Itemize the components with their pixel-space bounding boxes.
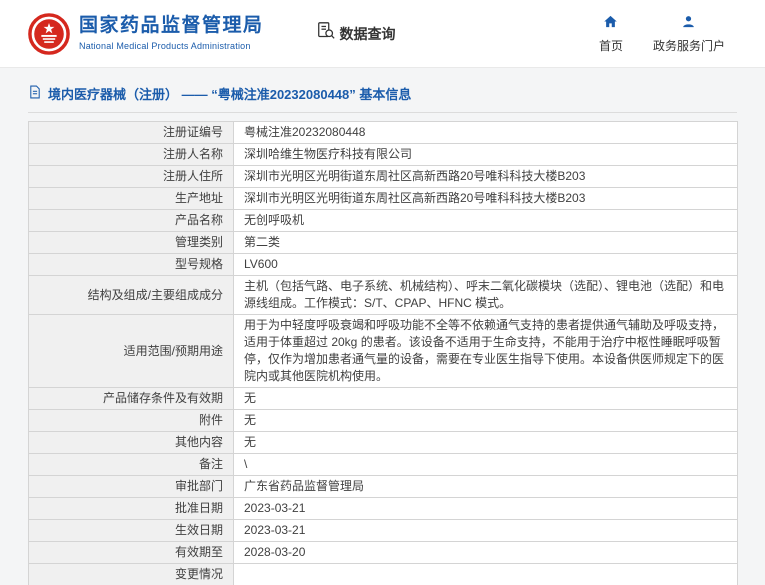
row-label-text: 结构及组成/主要组成成分 <box>88 288 223 302</box>
row-value: LV600 <box>234 254 738 276</box>
row-label-text: 型号规格 <box>175 257 223 271</box>
table-row: 型号规格 LV600 <box>29 254 738 276</box>
home-icon <box>603 14 618 34</box>
data-query-label: 数据查询 <box>340 24 396 44</box>
table-row: 有效期至 2028-03-20 <box>29 542 738 564</box>
row-label-text: 产品名称 <box>175 213 223 227</box>
user-icon <box>681 14 696 34</box>
row-value: 2028-03-20 <box>234 542 738 564</box>
row-value: 2023-03-21 <box>234 520 738 542</box>
header-nav: 首页 政务服务门户 <box>599 14 725 54</box>
row-label-text: 管理类别 <box>175 235 223 249</box>
nav-portal[interactable]: 政务服务门户 <box>653 14 725 54</box>
row-label: 批准日期 <box>29 498 234 520</box>
org-name-cn: 国家药品监督管理局 <box>79 16 264 37</box>
row-label-text: 有效期至 <box>175 545 223 559</box>
row-label-text: 生产地址 <box>175 191 223 205</box>
row-value: 深圳市光明区光明街道东周社区高新西路20号唯科科技大楼B203 <box>234 188 738 210</box>
table-row: 生产地址深圳市光明区光明街道东周社区高新西路20号唯科科技大楼B203 <box>29 188 738 210</box>
table-row: 管理类别第二类 <box>29 232 738 254</box>
table-row: 批准日期 2023-03-21 <box>29 498 738 520</box>
org-name-en: National Medical Products Administration <box>79 41 264 51</box>
table-row: 变更情况 <box>29 564 738 585</box>
page-title: 境内医疗器械（注册） —— “粤械注准20232080448” 基本信息 <box>48 84 411 103</box>
row-label-text: 审批部门 <box>175 479 223 493</box>
table-row: 生效日期 2023-03-21 <box>29 520 738 542</box>
row-value: 2023-03-21 <box>234 498 738 520</box>
row-label: 适用范围/预期用途 <box>29 315 234 388</box>
table-row: 注册证编号粤械注准20232080448 <box>29 122 738 144</box>
table-row: 产品储存条件及有效期无 <box>29 388 738 410</box>
row-label-text: 变更情况 <box>175 567 223 581</box>
row-label-text: 其他内容 <box>175 435 223 449</box>
table-row: 适用范围/预期用途用于为中轻度呼吸衰竭和呼吸功能不全等不依赖通气支持的患者提供通… <box>29 315 738 388</box>
row-label-text: 适用范围/预期用途 <box>124 344 223 358</box>
row-label-text: 注册人住所 <box>163 169 223 183</box>
row-label: 变更情况 <box>29 564 234 585</box>
info-table-body: 注册证编号粤械注准20232080448注册人名称深圳哈维生物医疗科技有限公司注… <box>29 122 738 585</box>
table-row: 其他内容无 <box>29 432 738 454</box>
row-label: 审批部门 <box>29 476 234 498</box>
row-label-text: 备注 <box>199 457 223 471</box>
row-value: 第二类 <box>234 232 738 254</box>
row-value: 深圳市光明区光明街道东周社区高新西路20号唯科科技大楼B203 <box>234 166 738 188</box>
row-value: 无 <box>234 410 738 432</box>
nav-home-label: 首页 <box>599 37 623 54</box>
row-label: 生效日期 <box>29 520 234 542</box>
row-label-text: 注册证编号 <box>163 125 223 139</box>
row-label-text: 注册人名称 <box>163 147 223 161</box>
site-header: 国家药品监督管理局 National Medical Products Admi… <box>0 0 765 68</box>
row-label: 注册人名称 <box>29 144 234 166</box>
document-search-icon <box>316 21 336 46</box>
row-value: 无创呼吸机 <box>234 210 738 232</box>
row-label: 生产地址 <box>29 188 234 210</box>
row-label: 有效期至 <box>29 542 234 564</box>
row-value: 主机（包括气路、电子系统、机械结构）、呼末二氧化碳模块（选配）、锂电池（选配）和… <box>234 276 738 315</box>
row-label: 型号规格 <box>29 254 234 276</box>
row-value: 广东省药品监督管理局 <box>234 476 738 498</box>
nav-data-query[interactable]: 数据查询 <box>316 21 396 46</box>
row-value: 用于为中轻度呼吸衰竭和呼吸功能不全等不依赖通气支持的患者提供通气辅助及呼吸支持，… <box>234 315 738 388</box>
row-label: 产品储存条件及有效期 <box>29 388 234 410</box>
row-value: 无 <box>234 388 738 410</box>
table-row: 结构及组成/主要组成成分主机（包括气路、电子系统、机械结构）、呼末二氧化碳模块（… <box>29 276 738 315</box>
row-label: 结构及组成/主要组成成分 <box>29 276 234 315</box>
row-value: 粤械注准20232080448 <box>234 122 738 144</box>
row-value: 深圳哈维生物医疗科技有限公司 <box>234 144 738 166</box>
table-row: 附件无 <box>29 410 738 432</box>
row-value: \ <box>234 454 738 476</box>
nav-portal-label: 政务服务门户 <box>653 37 725 54</box>
table-row: 备注 \ <box>29 454 738 476</box>
row-label-text: 附件 <box>199 413 223 427</box>
row-value: 无 <box>234 432 738 454</box>
main-content: 境内医疗器械（注册） —— “粤械注准20232080448” 基本信息 注册证… <box>0 68 765 585</box>
national-emblem-icon <box>28 13 70 55</box>
document-icon <box>28 85 42 102</box>
row-label: 产品名称 <box>29 210 234 232</box>
row-label: 管理类别 <box>29 232 234 254</box>
table-row: 注册人名称深圳哈维生物医疗科技有限公司 <box>29 144 738 166</box>
table-row: 审批部门广东省药品监督管理局 <box>29 476 738 498</box>
row-label-text: 生效日期 <box>175 523 223 537</box>
info-table: 注册证编号粤械注准20232080448注册人名称深圳哈维生物医疗科技有限公司注… <box>28 121 738 585</box>
row-label: 注册人住所 <box>29 166 234 188</box>
row-label: 附件 <box>29 410 234 432</box>
table-row: 产品名称无创呼吸机 <box>29 210 738 232</box>
nav-home[interactable]: 首页 <box>599 14 623 54</box>
org-title-block: 国家药品监督管理局 National Medical Products Admi… <box>79 16 264 51</box>
row-label: 其他内容 <box>29 432 234 454</box>
row-label-text: 产品储存条件及有效期 <box>103 391 223 405</box>
row-label: 注册证编号 <box>29 122 234 144</box>
page-title-bar: 境内医疗器械（注册） —— “粤械注准20232080448” 基本信息 <box>28 78 737 113</box>
table-row: 注册人住所深圳市光明区光明街道东周社区高新西路20号唯科科技大楼B203 <box>29 166 738 188</box>
row-label: 备注 <box>29 454 234 476</box>
row-value <box>234 564 738 585</box>
row-label-text: 批准日期 <box>175 501 223 515</box>
